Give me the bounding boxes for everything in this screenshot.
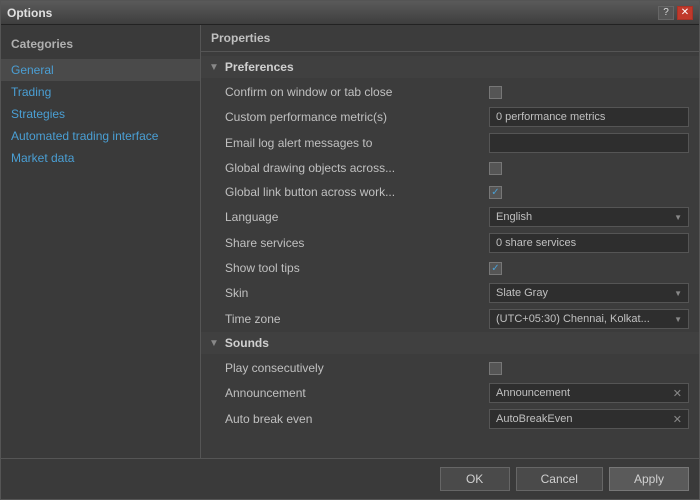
label-announcement: Announcement <box>225 386 489 400</box>
label-language: Language <box>225 210 489 224</box>
dropdown-language-value: English <box>496 211 532 223</box>
row-perf-metrics: Custom performance metric(s) <box>201 104 699 130</box>
row-global-link: Global link button across work... <box>201 180 699 204</box>
value-perf-metrics <box>489 107 689 127</box>
checkbox-global-drawing[interactable] <box>489 162 502 175</box>
value-language: English ▼ <box>489 207 689 227</box>
checkbox-global-link[interactable] <box>489 186 502 199</box>
row-play-consecutively: Play consecutively <box>201 356 699 380</box>
footer: OK Cancel Apply <box>1 458 699 499</box>
collapse-arrow-sounds: ▼ <box>209 338 219 349</box>
row-announcement: Announcement Announcement ✕ <box>201 380 699 406</box>
sidebar-header: Categories <box>1 33 200 59</box>
sidebar-item-general[interactable]: General <box>1 59 200 81</box>
section-label-preferences: Preferences <box>225 60 294 74</box>
remove-auto-break-even-icon[interactable]: ✕ <box>673 413 682 426</box>
title-bar-buttons: ? ✕ <box>658 6 693 20</box>
properties-content[interactable]: ▼ Preferences Confirm on window or tab c… <box>201 52 699 458</box>
label-timezone: Time zone <box>225 312 489 326</box>
value-email-log <box>489 133 689 153</box>
value-announcement: Announcement ✕ <box>489 383 689 403</box>
checkbox-play-consecutively[interactable] <box>489 362 502 375</box>
help-button[interactable]: ? <box>658 6 674 20</box>
value-auto-break-even: AutoBreakEven ✕ <box>489 409 689 429</box>
title-bar: Options ? ✕ <box>1 1 699 25</box>
collapse-arrow-preferences: ▼ <box>209 62 219 73</box>
properties-panel: Properties ▼ Preferences Confirm on wind… <box>201 25 699 458</box>
label-confirm-close: Confirm on window or tab close <box>225 85 489 99</box>
sidebar-item-ati[interactable]: Automated trading interface <box>1 125 200 147</box>
sidebar-item-trading[interactable]: Trading <box>1 81 200 103</box>
sidebar: Categories General Trading Strategies Au… <box>1 25 201 458</box>
value-skin: Slate Gray ▼ <box>489 283 689 303</box>
row-language: Language English ▼ <box>201 204 699 230</box>
input-perf-metrics[interactable] <box>489 107 689 127</box>
tag-announcement-value: Announcement <box>496 387 570 399</box>
row-share-services: Share services <box>201 230 699 256</box>
section-label-sounds: Sounds <box>225 336 269 350</box>
label-auto-break-even: Auto break even <box>225 412 489 426</box>
dropdown-timezone[interactable]: (UTC+05:30) Chennai, Kolkat... ▼ <box>489 309 689 329</box>
tag-announcement[interactable]: Announcement ✕ <box>489 383 689 403</box>
value-global-drawing <box>489 162 689 175</box>
main-content: Categories General Trading Strategies Au… <box>1 25 699 458</box>
value-timezone: (UTC+05:30) Chennai, Kolkat... ▼ <box>489 309 689 329</box>
chevron-down-icon-skin: ▼ <box>674 289 682 298</box>
section-header-preferences[interactable]: ▼ Preferences <box>201 56 699 78</box>
checkbox-confirm-close[interactable] <box>489 86 502 99</box>
label-show-tooltips: Show tool tips <box>225 261 489 275</box>
chevron-down-icon: ▼ <box>674 213 682 222</box>
label-perf-metrics: Custom performance metric(s) <box>225 110 489 124</box>
label-email-log: Email log alert messages to <box>225 136 489 150</box>
row-email-log: Email log alert messages to <box>201 130 699 156</box>
label-skin: Skin <box>225 286 489 300</box>
row-global-drawing: Global drawing objects across... <box>201 156 699 180</box>
cancel-button[interactable]: Cancel <box>516 467 603 491</box>
dropdown-language[interactable]: English ▼ <box>489 207 689 227</box>
dropdown-timezone-value: (UTC+05:30) Chennai, Kolkat... <box>496 313 650 325</box>
tag-auto-break-even-value: AutoBreakEven <box>496 413 572 425</box>
window-title: Options <box>7 6 52 20</box>
dropdown-skin-value: Slate Gray <box>496 287 548 299</box>
label-global-drawing: Global drawing objects across... <box>225 161 489 175</box>
close-button[interactable]: ✕ <box>677 6 693 20</box>
ok-button[interactable]: OK <box>440 467 510 491</box>
dropdown-skin[interactable]: Slate Gray ▼ <box>489 283 689 303</box>
label-global-link: Global link button across work... <box>225 185 489 199</box>
apply-button[interactable]: Apply <box>609 467 689 491</box>
section-header-sounds[interactable]: ▼ Sounds <box>201 332 699 354</box>
row-confirm-close: Confirm on window or tab close <box>201 80 699 104</box>
checkbox-show-tooltips[interactable] <box>489 262 502 275</box>
label-share-services: Share services <box>225 236 489 250</box>
input-share-services[interactable] <box>489 233 689 253</box>
row-skin: Skin Slate Gray ▼ <box>201 280 699 306</box>
value-global-link <box>489 186 689 199</box>
label-play-consecutively: Play consecutively <box>225 361 489 375</box>
options-window: Options ? ✕ Categories General Trading S… <box>0 0 700 500</box>
input-email-log[interactable] <box>489 133 689 153</box>
chevron-down-icon-timezone: ▼ <box>674 315 682 324</box>
sidebar-item-strategies[interactable]: Strategies <box>1 103 200 125</box>
tag-auto-break-even[interactable]: AutoBreakEven ✕ <box>489 409 689 429</box>
value-play-consecutively <box>489 362 689 375</box>
properties-header: Properties <box>201 25 699 52</box>
sidebar-item-market-data[interactable]: Market data <box>1 147 200 169</box>
value-show-tooltips <box>489 262 689 275</box>
row-show-tooltips: Show tool tips <box>201 256 699 280</box>
row-auto-break-even: Auto break even AutoBreakEven ✕ <box>201 406 699 432</box>
value-confirm-close <box>489 86 689 99</box>
value-share-services <box>489 233 689 253</box>
row-timezone: Time zone (UTC+05:30) Chennai, Kolkat...… <box>201 306 699 332</box>
remove-announcement-icon[interactable]: ✕ <box>673 387 682 400</box>
